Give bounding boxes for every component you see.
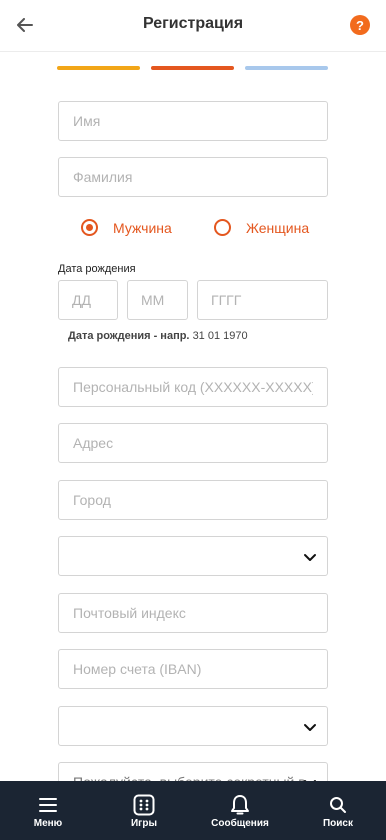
currency-select[interactable]: [58, 706, 328, 746]
search-icon: [327, 794, 349, 816]
progress-step-2: [151, 66, 234, 70]
gender-option-male[interactable]: Мужчина: [81, 219, 172, 236]
bottom-nav: Меню Игры Сообщения Поиск: [0, 781, 386, 840]
country-select[interactable]: [58, 536, 328, 576]
nav-label-menu: Меню: [33, 818, 63, 829]
header: Регистрация ?: [0, 0, 386, 52]
dice-icon: [133, 794, 155, 816]
dob-hint-example: 31 01 1970: [192, 330, 248, 342]
nav-item-search[interactable]: Поиск: [290, 781, 386, 840]
last-name-input[interactable]: [59, 158, 327, 196]
iban-field: [58, 649, 328, 689]
dob-label: Дата рождения: [58, 263, 136, 275]
nav-label-games: Игры: [130, 818, 157, 829]
nav-item-games[interactable]: Игры: [96, 781, 192, 840]
gender-radio-group: Мужчина Женщина: [0, 219, 386, 241]
city-field: [58, 480, 328, 520]
radio-unselected-icon[interactable]: [214, 219, 231, 236]
chevron-down-icon: [304, 554, 316, 561]
dob-year-input[interactable]: [198, 281, 327, 319]
personal-code-input[interactable]: [59, 368, 327, 406]
page-title: Регистрация: [142, 15, 244, 32]
nav-item-menu[interactable]: Меню: [0, 781, 96, 840]
last-name-field: [58, 157, 328, 197]
chevron-down-icon: [304, 724, 316, 731]
address-input[interactable]: [59, 424, 327, 462]
address-field: [58, 423, 328, 463]
progress-steps: [57, 66, 328, 70]
help-button[interactable]: ?: [350, 15, 370, 35]
dob-year-field: [197, 280, 328, 320]
bell-icon: [229, 794, 251, 816]
dob-day-field: [58, 280, 118, 320]
dob-hint: Дата рождения - напр. 31 01 1970: [68, 330, 248, 342]
dob-day-input[interactable]: [59, 281, 117, 319]
first-name-field: [58, 101, 328, 141]
nav-label-messages: Сообщения: [211, 818, 269, 829]
nav-label-search: Поиск: [322, 818, 353, 829]
radio-selected-icon[interactable]: [81, 219, 98, 236]
postal-code-field: [58, 593, 328, 633]
postal-code-input[interactable]: [59, 594, 327, 632]
iban-input[interactable]: [59, 650, 327, 688]
personal-code-field: [58, 367, 328, 407]
gender-female-label: Женщина: [246, 219, 310, 236]
progress-step-1: [57, 66, 140, 70]
radio-dot: [86, 224, 93, 231]
nav-item-messages[interactable]: Сообщения: [192, 781, 288, 840]
progress-step-3: [245, 66, 328, 70]
gender-male-label: Мужчина: [113, 219, 172, 236]
dob-month-field: [127, 280, 188, 320]
dob-hint-label: Дата рождения - напр.: [68, 330, 190, 342]
dob-month-input[interactable]: [128, 281, 187, 319]
gender-option-female[interactable]: Женщина: [214, 219, 309, 236]
menu-icon: [37, 794, 59, 816]
city-input[interactable]: [59, 481, 327, 519]
first-name-input[interactable]: [59, 102, 327, 140]
